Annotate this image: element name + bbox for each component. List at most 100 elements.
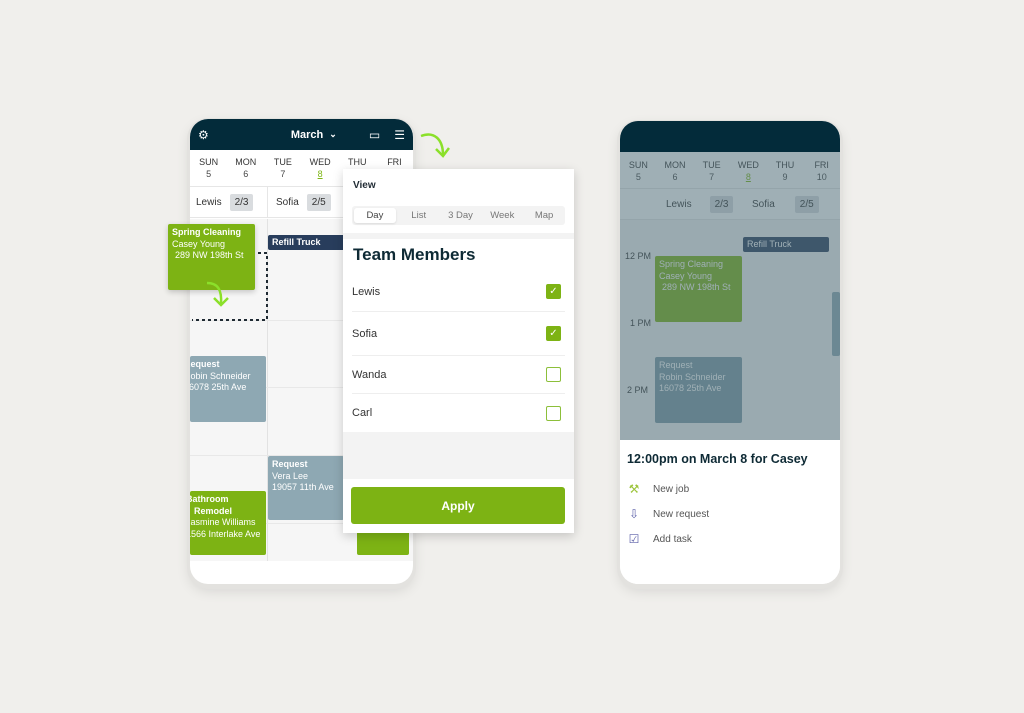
time-label: 2 PM [627,385,649,395]
day-sun[interactable]: SUN 5 [190,156,227,186]
gear-icon[interactable]: ⚙ [198,129,209,141]
team-members-heading: Team Members [353,245,476,264]
tab-list[interactable]: List [398,210,440,221]
day-label: TUE [273,157,292,167]
event-address: 16078 25th Ave [190,382,247,392]
event-request-robin[interactable]: Request Robin Schneider 16078 25th Ave [655,357,742,423]
member-sofia[interactable]: Sofia 2/5 [268,193,337,211]
checkbox-carl[interactable] [546,405,561,421]
day-number-selected: 8 [317,169,323,179]
member-row-sofia[interactable]: Sofia ✓ [352,312,565,356]
event-partial[interactable] [832,292,840,356]
view-segmented-control: Day List 3 Day Week Map [352,206,565,225]
member-row-carl[interactable]: Carl [352,394,565,432]
member-sofia[interactable]: Sofia 2/5 [742,195,825,213]
day-number: 5 [206,169,212,179]
event-address: 16078 25th Ave [659,383,722,393]
event-client: Robin Schneider [190,370,251,381]
action-new-job[interactable]: ⚒ New job [627,482,690,496]
calendar-icon[interactable]: ▭ [369,129,380,141]
curved-arrow-icon [420,133,450,158]
day-wed[interactable]: WED 8 [302,156,339,186]
day-number: 9 [782,172,788,182]
day-number: 7 [280,169,286,179]
clipboard-check-icon: ☑ [628,532,640,546]
checkbox-sofia[interactable]: ✓ [546,326,561,341]
member-count-badge: 2/3 [229,193,254,211]
day-mon[interactable]: MON 6 [657,159,694,188]
day-tue[interactable]: TUE 7 [693,159,730,188]
hammer-icon: ⚒ [628,482,640,496]
calendar-header: ⚙ March ⌄ ▭ ☰ [190,119,413,150]
event-client: Casey Young [172,238,226,249]
tab-week[interactable]: Week [481,210,523,221]
event-title: Spring Cleaning [659,259,724,269]
member-row: Lewis 2/3 Sofia 2/5 [620,188,840,220]
event-spring-cleaning[interactable]: Spring Cleaning Casey Young 289 NW 198th… [655,256,742,322]
action-label: New job [653,483,690,495]
day-label: FRI [814,160,829,170]
divider [343,233,574,239]
event-address: 289 NW 198th St [175,250,244,260]
action-label: Add task [653,533,692,545]
tab-map[interactable]: Map [523,210,565,221]
action-add-task[interactable]: ☑ Add task [627,532,692,546]
event-client: Vera Lee [272,470,309,481]
member-row-lewis[interactable]: Lewis ✓ [352,272,565,312]
day-label: WED [737,160,759,170]
tab-day[interactable]: Day [354,208,396,223]
member-lewis[interactable]: Lewis 2/3 [660,195,742,213]
day-tue[interactable]: TUE 7 [264,156,301,186]
filter-panel: View Day List 3 Day Week Map Team Member… [343,169,574,533]
member-name: Sofia [276,196,299,208]
event-request-vera[interactable]: Request Vera Lee 19057 11th Ave [268,456,344,520]
event-refill-truck[interactable]: Refill Truck [268,235,348,250]
day-sun[interactable]: SUN 5 [620,159,657,188]
day-label: TUE [702,160,721,170]
day-mon[interactable]: MON 6 [227,156,264,186]
day-label: SUN [628,160,648,170]
month-selector[interactable]: March ⌄ [291,129,337,141]
event-refill-truck[interactable]: Refill Truck [743,237,829,252]
event-client: Casey Young [659,270,713,281]
action-sheet: 12:00pm on March 8 for Casey ⚒ New job ⇩… [620,440,840,584]
event-title: Spring Cleaning [172,227,242,237]
event-address: 19057 11th Ave [272,482,334,492]
day-strip: SUN 5 MON 6 TUE 7 WED 8 THU 9 FRI 10 [620,152,840,188]
event-title: Request [190,359,220,369]
member-count-badge: 2/5 [306,193,331,211]
event-address: 1566 Interlake Ave [190,528,261,539]
chevron-down-icon: ⌄ [329,129,337,139]
inbox-download-icon: ⇩ [628,507,640,521]
member-name: Wanda [352,368,387,381]
panel-spacer [343,432,574,479]
member-row-wanda[interactable]: Wanda [352,356,565,394]
team-member-list: Lewis ✓ Sofia ✓ Wanda Carl [352,272,565,432]
month-label: March [290,128,324,141]
event-request-robin[interactable]: Request Robin Schneider 16078 25th Ave [190,356,266,422]
member-name: Lewis [352,285,381,298]
member-name: Lewis [666,198,692,210]
event-bathroom-remodel[interactable]: Bathroom Remodel Jasmine Williams 1566 I… [190,491,266,555]
time-label: 12 PM [625,251,652,261]
event-title: Request [659,360,693,370]
day-label: THU [348,157,367,167]
apply-button[interactable]: Apply [351,487,565,524]
day-label: WED [309,157,331,167]
member-lewis[interactable]: Lewis 2/3 [190,187,268,217]
day-thu[interactable]: THU 9 [767,159,804,188]
checkbox-wanda[interactable] [546,367,561,382]
sliders-icon[interactable]: ☰ [394,129,405,141]
action-new-request[interactable]: ⇩ New request [627,507,709,521]
day-label: THU [775,160,795,170]
day-number: 10 [816,172,827,182]
day-number: 6 [243,169,249,179]
tab-3-day[interactable]: 3 Day [440,210,482,221]
checkbox-lewis[interactable]: ✓ [546,284,561,299]
day-fri[interactable]: FRI 10 [803,159,840,188]
day-wed[interactable]: WED 8 [730,159,767,188]
day-number-selected: 8 [745,172,751,182]
day-label: SUN [199,157,219,167]
action-label: New request [653,508,710,520]
day-number: 6 [672,172,678,182]
